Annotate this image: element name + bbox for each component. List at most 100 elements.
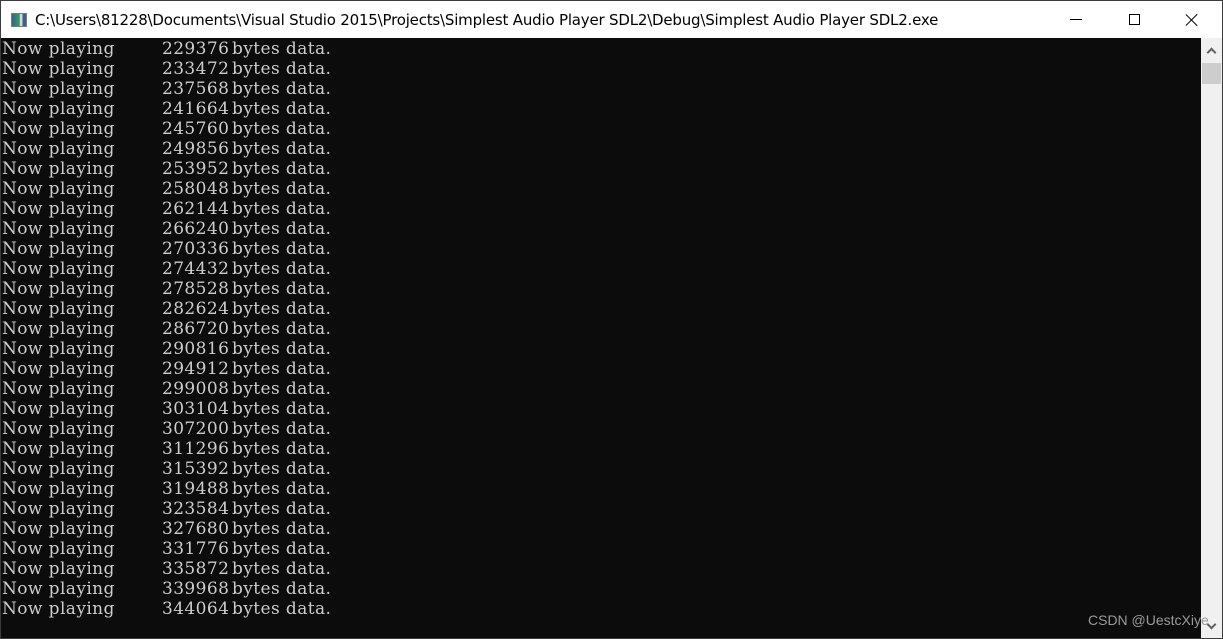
console-line-label: Now playing — [2, 219, 115, 239]
console-line-label: Now playing — [2, 159, 115, 179]
console-line-bytes: 258048 — [162, 179, 230, 199]
console-line-suffix: bytes data. — [232, 379, 332, 399]
watermark: CSDN @UestcXiye — [1088, 612, 1209, 628]
console-line-suffix: bytes data. — [232, 459, 332, 479]
console-app-icon[interactable] — [11, 12, 27, 27]
console-line-label: Now playing — [2, 499, 115, 519]
chevron-up-icon — [1206, 47, 1217, 57]
console-line-label: Now playing — [2, 119, 115, 139]
close-button[interactable] — [1163, 1, 1221, 38]
console-output[interactable]: Now playing 229376 bytes data. Now playing 2… — [1, 38, 1201, 638]
console-line-suffix: bytes data. — [232, 359, 332, 379]
console-line-label: Now playing — [2, 339, 115, 359]
console-line-suffix: bytes data. — [232, 79, 332, 99]
minimize-icon — [1070, 19, 1082, 20]
console-line-label: Now playing — [2, 439, 115, 459]
console-line-bytes: 253952 — [162, 159, 230, 179]
console-line-bytes: 290816 — [162, 339, 230, 359]
scrollbar-thumb[interactable] — [1202, 63, 1221, 84]
vertical-scrollbar[interactable] — [1201, 38, 1222, 638]
console-line-suffix: bytes data. — [232, 299, 332, 319]
console-line-label: Now playing — [2, 199, 115, 219]
console-line-suffix: bytes data. — [232, 519, 332, 539]
window-title: C:\Users\81228\Documents\Visual Studio 2… — [35, 10, 939, 29]
console-line-suffix: bytes data. — [232, 219, 332, 239]
console-line-label: Now playing — [2, 519, 115, 539]
maximize-button[interactable] — [1105, 1, 1163, 38]
minimize-button[interactable] — [1047, 1, 1105, 38]
console-line-bytes: 311296 — [162, 439, 230, 459]
console-line-label: Now playing — [2, 459, 115, 479]
console-line-label: Now playing — [2, 539, 115, 559]
scroll-up-button[interactable] — [1201, 38, 1222, 62]
console-line-bytes: 237568 — [162, 79, 230, 99]
console-line-label: Now playing — [2, 39, 115, 59]
console-line-label: Now playing — [2, 579, 115, 599]
console-line-bytes: 262144 — [162, 199, 230, 219]
console-line-bytes: 344064 — [162, 599, 230, 619]
maximize-icon — [1128, 14, 1140, 25]
console-line-suffix: bytes data. — [232, 119, 332, 139]
console-line-label: Now playing — [2, 559, 115, 579]
console-line-bytes: 229376 — [162, 39, 230, 59]
console-line-bytes: 245760 — [162, 119, 230, 139]
console-line-suffix: bytes data. — [232, 239, 332, 259]
console-line-suffix: bytes data. — [232, 479, 332, 499]
console-line-suffix: bytes data. — [232, 199, 332, 219]
close-icon — [1185, 13, 1199, 27]
console-line-label: Now playing — [2, 299, 115, 319]
console-line-bytes: 278528 — [162, 279, 230, 299]
console-line-label: Now playing — [2, 479, 115, 499]
console-line-bytes: 233472 — [162, 59, 230, 79]
console-line-suffix: bytes data. — [232, 99, 332, 119]
console-line-suffix: bytes data. — [232, 319, 332, 339]
console-line-bytes: 282624 — [162, 299, 230, 319]
console-line-suffix: bytes data. — [232, 279, 332, 299]
console-line-label: Now playing — [2, 259, 115, 279]
console-line-suffix: bytes data. — [232, 499, 332, 519]
console-window: C:\Users\81228\Documents\Visual Studio 2… — [0, 0, 1223, 639]
console-line-bytes: 299008 — [162, 379, 230, 399]
title-bar[interactable]: C:\Users\81228\Documents\Visual Studio 2… — [1, 1, 1222, 38]
console-line-bytes: 274432 — [162, 259, 230, 279]
console-line-suffix: bytes data. — [232, 59, 332, 79]
console-line-label: Now playing — [2, 239, 115, 259]
console-line-bytes: 339968 — [162, 579, 230, 599]
console-line-bytes: 327680 — [162, 519, 230, 539]
console-line-label: Now playing — [2, 79, 115, 99]
console-line-suffix: bytes data. — [232, 339, 332, 359]
console-line-label: Now playing — [2, 359, 115, 379]
console-line-label: Now playing — [2, 99, 115, 119]
console-line-bytes: 270336 — [162, 239, 230, 259]
console-line-bytes: 307200 — [162, 419, 230, 439]
console-line-label: Now playing — [2, 379, 115, 399]
console-line-bytes: 315392 — [162, 459, 230, 479]
console-line-bytes: 241664 — [162, 99, 230, 119]
console-line-label: Now playing — [2, 399, 115, 419]
console-line-bytes: 303104 — [162, 399, 230, 419]
console-line-suffix: bytes data. — [232, 599, 332, 619]
console-line-label: Now playing — [2, 279, 115, 299]
console-line-bytes: 249856 — [162, 139, 230, 159]
console-line-bytes: 331776 — [162, 539, 230, 559]
console-line-label: Now playing — [2, 179, 115, 199]
console-line-bytes: 319488 — [162, 479, 230, 499]
console-line-bytes: 294912 — [162, 359, 230, 379]
console-line-suffix: bytes data. — [232, 539, 332, 559]
console-line-suffix: bytes data. — [232, 39, 332, 59]
console-line-suffix: bytes data. — [232, 159, 332, 179]
console-line-bytes: 335872 — [162, 559, 230, 579]
console-line-suffix: bytes data. — [232, 419, 332, 439]
console-line-label: Now playing — [2, 599, 115, 619]
console-line-suffix: bytes data. — [232, 259, 332, 279]
console-line-suffix: bytes data. — [232, 559, 332, 579]
console-line-bytes: 266240 — [162, 219, 230, 239]
console-line-label: Now playing — [2, 419, 115, 439]
console-line-label: Now playing — [2, 319, 115, 339]
console-line-suffix: bytes data. — [232, 439, 332, 459]
console-line-label: Now playing — [2, 139, 115, 159]
console-line-suffix: bytes data. — [232, 139, 332, 159]
console-line-bytes: 323584 — [162, 499, 230, 519]
console-line-suffix: bytes data. — [232, 179, 332, 199]
console-line-label: Now playing — [2, 59, 115, 79]
